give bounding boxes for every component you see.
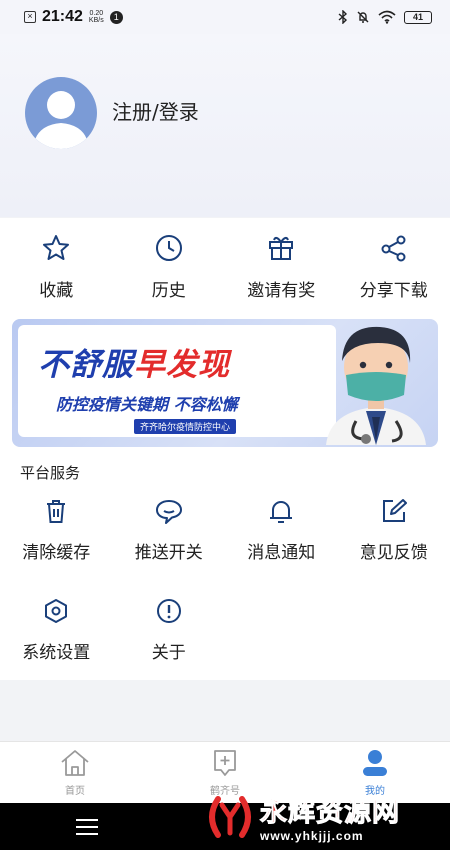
platform-services: 平台服务 清除缓存 推送开关 消息通知 意见反馈 系统设置 关于 bbox=[0, 456, 450, 680]
watermark-title: 永辉资源网 bbox=[260, 797, 400, 829]
menu-icon[interactable] bbox=[76, 819, 98, 835]
notification-count-badge: 1 bbox=[109, 10, 123, 24]
status-bar: × 21:42 0.20 KB/s 1 41 bbox=[0, 0, 450, 34]
quick-invite-label: 邀请有奖 bbox=[247, 281, 316, 301]
bluetooth-icon bbox=[338, 10, 348, 24]
default-user-avatar-icon bbox=[33, 91, 89, 149]
tab-home[interactable]: 首页 bbox=[0, 742, 150, 803]
promo-banner[interactable]: 不舒服早发现 防控疫情关键期 不容松懈 齐齐哈尔疫情防控中心 bbox=[12, 319, 438, 447]
quick-favorites[interactable]: 收藏 bbox=[0, 218, 113, 316]
quick-share-label: 分享下载 bbox=[359, 281, 428, 301]
network-speed-value: 0.20 bbox=[89, 10, 104, 17]
clear-cache-button[interactable]: 清除缓存 bbox=[0, 496, 113, 563]
quick-actions: 收藏 历史 邀请有奖 分享下载 bbox=[0, 218, 450, 316]
quick-history-label: 历史 bbox=[151, 281, 186, 301]
chat-bubble-icon bbox=[155, 500, 182, 524]
banner-title-part2: 早发现 bbox=[134, 347, 230, 383]
avatar[interactable] bbox=[25, 77, 97, 149]
quick-history[interactable]: 历史 bbox=[113, 218, 226, 316]
banner-title-part1: 不舒服 bbox=[38, 347, 134, 383]
tab-home-label: 首页 bbox=[65, 786, 85, 797]
clock-icon bbox=[155, 235, 182, 261]
close-notification-icon: × bbox=[24, 11, 36, 23]
edit-icon bbox=[382, 499, 407, 522]
watermark-logo-icon bbox=[209, 795, 251, 838]
watermark: 永辉资源网 www.yhkjjj.com bbox=[204, 790, 400, 843]
banner-subtitle: 防控疫情关键期 不容松懈 bbox=[56, 395, 238, 414]
share-icon bbox=[381, 235, 406, 262]
clear-cache-label: 清除缓存 bbox=[22, 543, 91, 563]
wifi-icon bbox=[378, 10, 396, 24]
add-post-icon bbox=[214, 750, 236, 776]
bell-icon bbox=[270, 501, 293, 523]
login-register-link[interactable]: 注册/登录 bbox=[112, 96, 199, 125]
profile-header: 注册/登录 bbox=[0, 34, 450, 217]
notifications-label: 消息通知 bbox=[247, 543, 316, 563]
banner-title: 不舒服早发现 bbox=[38, 339, 230, 384]
quick-favorites-label: 收藏 bbox=[39, 281, 74, 301]
user-icon bbox=[363, 750, 387, 776]
banner-tag: 齐齐哈尔疫情防控中心 bbox=[134, 419, 237, 434]
watermark-url: www.yhkjjj.com bbox=[260, 829, 364, 843]
banner-card: 不舒服早发现 防控疫情关键期 不容松懈 齐齐哈尔疫情防控中心 bbox=[18, 325, 336, 437]
system-settings-button[interactable]: 系统设置 bbox=[0, 596, 113, 663]
services-row-2: 系统设置 关于 bbox=[0, 596, 450, 663]
quick-share[interactable]: 分享下载 bbox=[338, 218, 450, 316]
push-toggle-button[interactable]: 推送开关 bbox=[113, 496, 226, 563]
star-icon bbox=[43, 235, 70, 260]
battery-icon: 41 bbox=[404, 10, 432, 24]
gift-icon bbox=[269, 236, 294, 260]
system-settings-label: 系统设置 bbox=[22, 643, 91, 663]
network-speed: 0.20 KB/s bbox=[89, 10, 104, 24]
mute-icon bbox=[357, 11, 369, 23]
notifications-button[interactable]: 消息通知 bbox=[225, 496, 338, 563]
feedback-button[interactable]: 意见反馈 bbox=[338, 496, 450, 563]
home-icon bbox=[61, 750, 89, 776]
services-row-1: 清除缓存 推送开关 消息通知 意见反馈 bbox=[0, 496, 450, 563]
trash-icon bbox=[47, 500, 66, 523]
info-icon bbox=[156, 599, 181, 623]
services-title: 平台服务 bbox=[20, 464, 81, 482]
about-label: 关于 bbox=[151, 643, 186, 663]
doctor-illustration-icon bbox=[326, 326, 426, 445]
banner-section: 不舒服早发现 防控疫情关键期 不容松懈 齐齐哈尔疫情防控中心 bbox=[0, 316, 450, 456]
feedback-label: 意见反馈 bbox=[359, 543, 428, 563]
about-button[interactable]: 关于 bbox=[113, 596, 226, 663]
quick-invite[interactable]: 邀请有奖 bbox=[225, 218, 338, 316]
push-toggle-label: 推送开关 bbox=[134, 543, 203, 563]
network-speed-unit: KB/s bbox=[88, 17, 104, 24]
status-time: 21:42 bbox=[42, 8, 83, 25]
settings-icon bbox=[45, 599, 68, 623]
